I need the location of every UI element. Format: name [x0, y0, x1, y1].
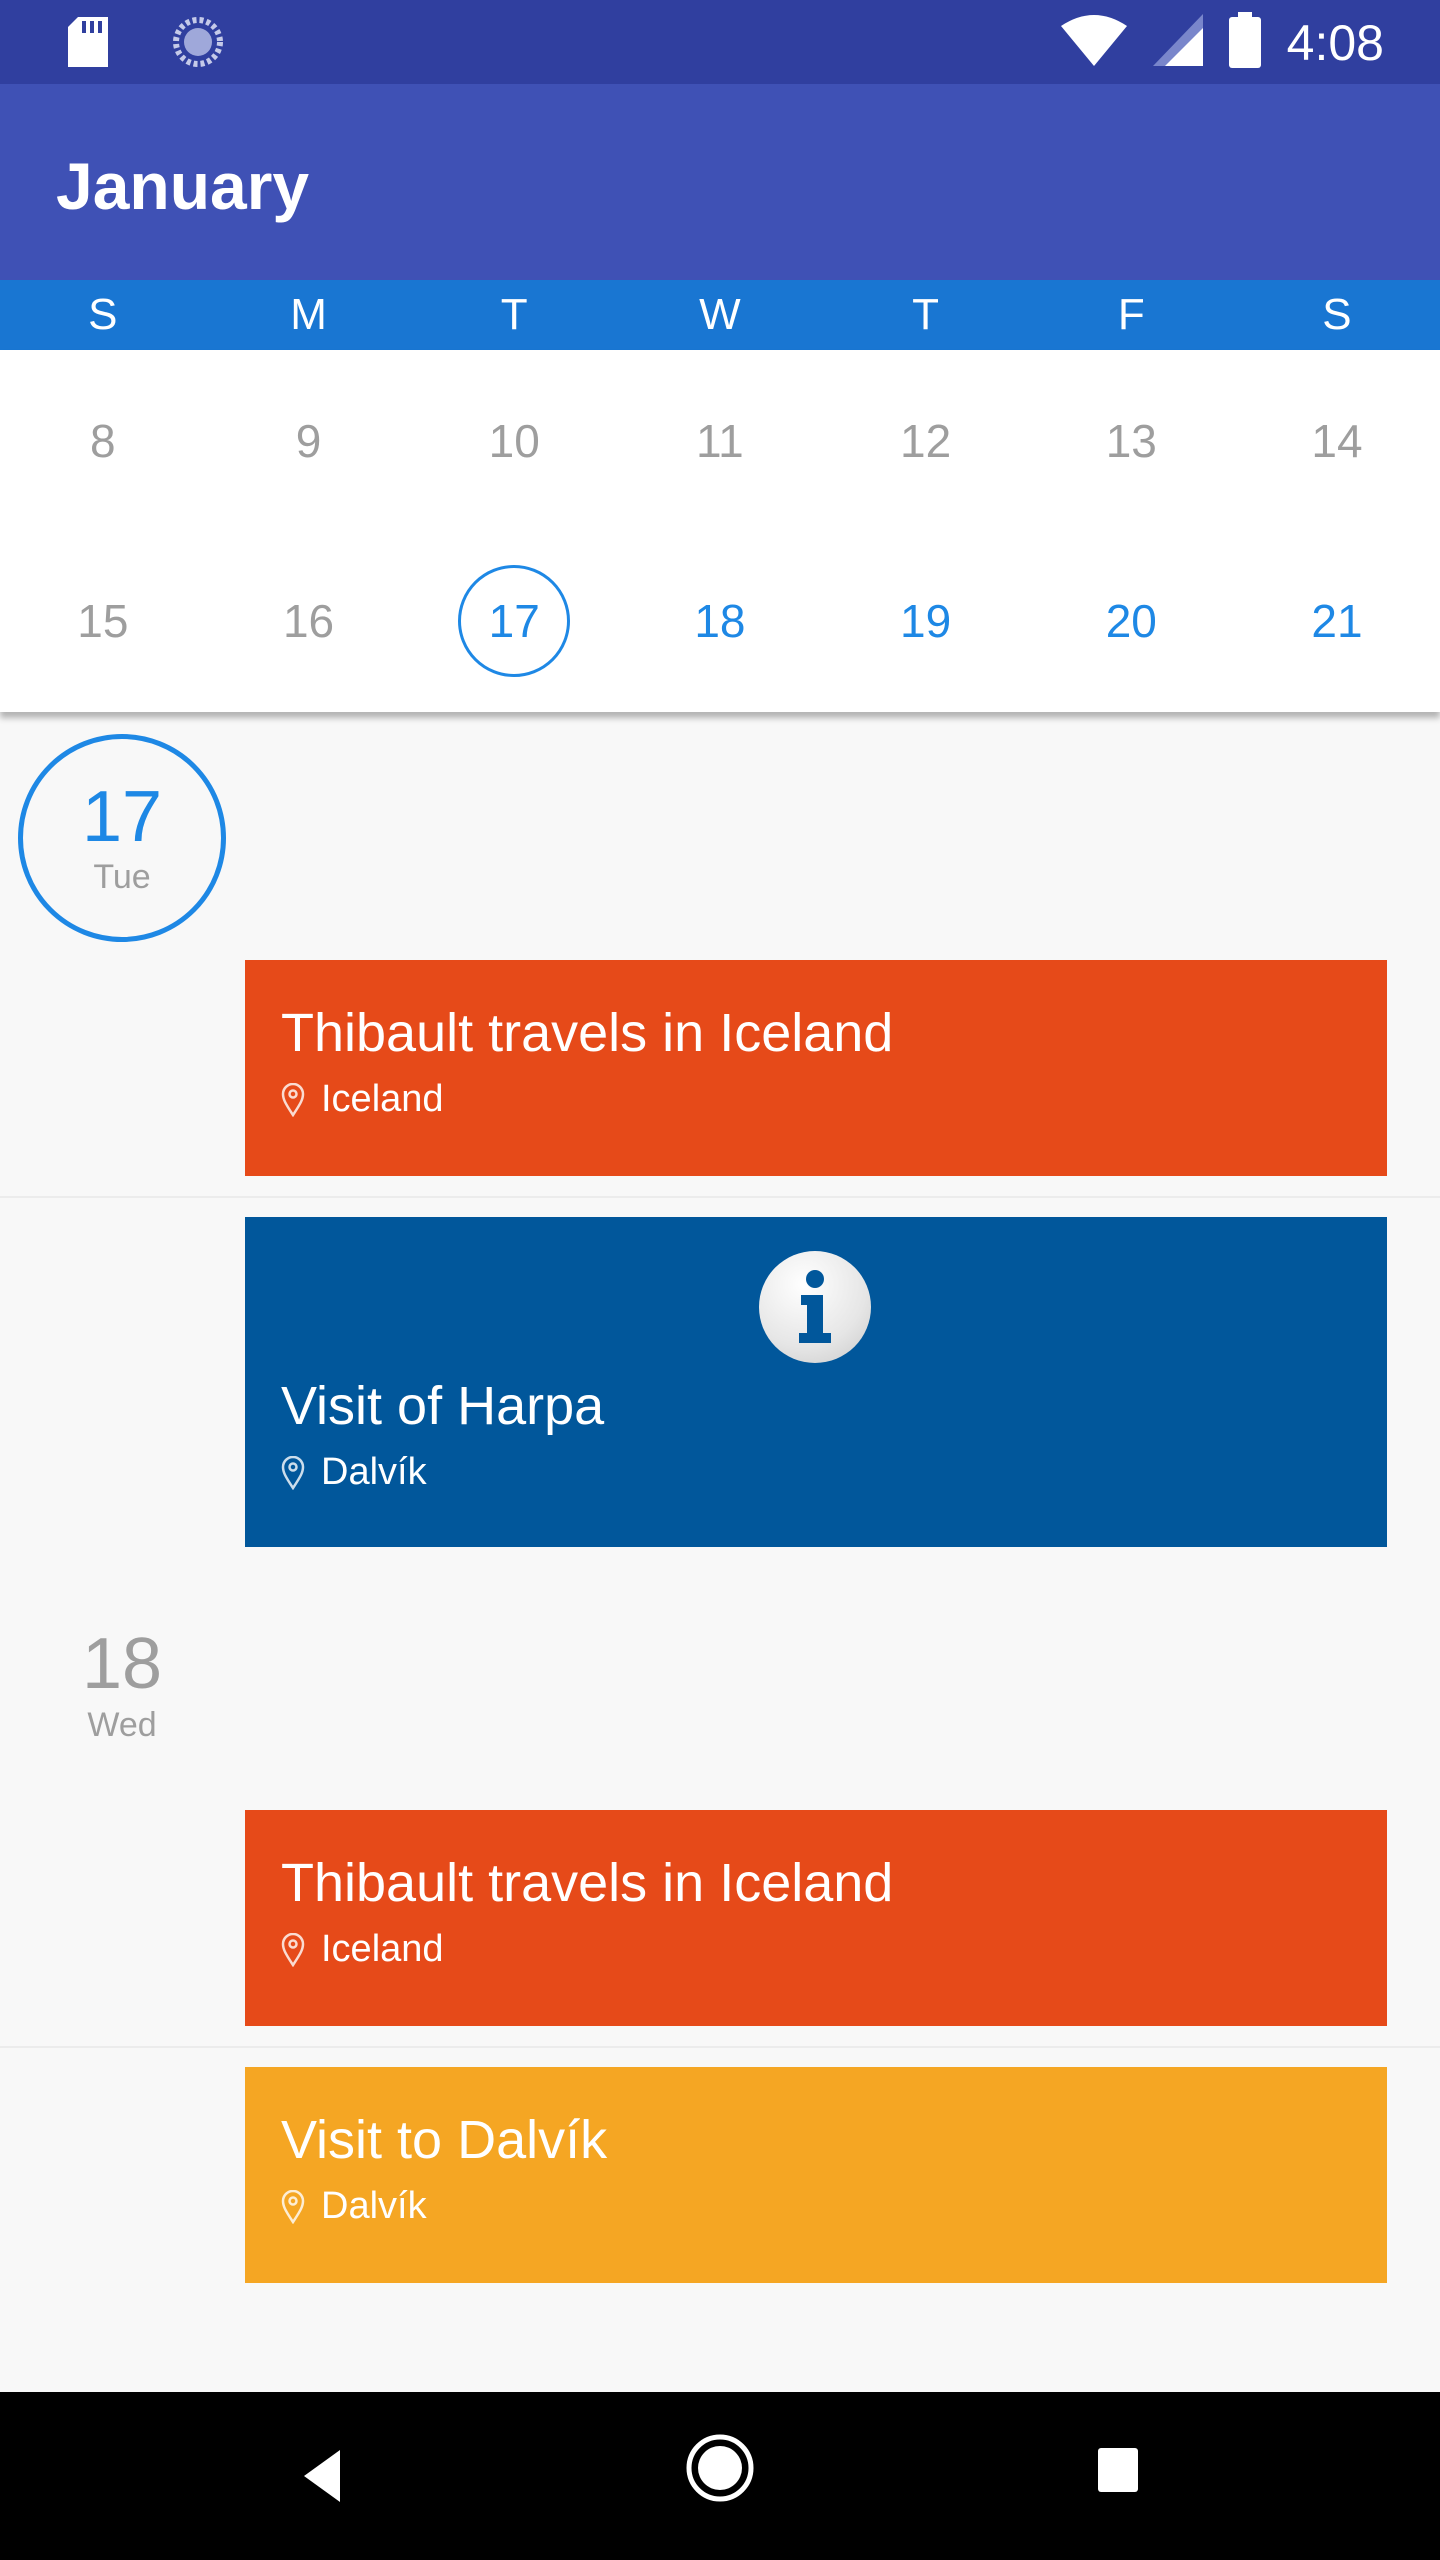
event-card[interactable]: Visit of Harpa Dalvík [245, 1217, 1387, 1547]
home-icon[interactable] [684, 2432, 756, 2509]
calendar-day[interactable]: 9 [206, 350, 412, 532]
app-bar: January [0, 84, 1440, 280]
event-card[interactable]: Visit to Dalvík Dalvík [245, 2067, 1387, 2283]
calendar-grid: 8 9 10 11 12 13 14 15 16 17 18 19 20 21 [0, 350, 1440, 712]
agenda-day-number: 17 [81, 777, 163, 857]
event-location: Dalvík [281, 1451, 1387, 1494]
agenda-list[interactable]: 17 Tue Thibault travels in Iceland Icela… [0, 712, 1440, 2392]
navigation-bar [0, 2392, 1440, 2560]
selected-day-circle: 17 [458, 565, 571, 677]
calendar-week-row: 8 9 10 11 12 13 14 [0, 350, 1440, 532]
weekday-label: S [88, 290, 118, 339]
recents-icon[interactable] [1096, 2446, 1140, 2499]
event-location-text: Iceland [321, 1078, 444, 1120]
weekday-label: F [1117, 290, 1145, 339]
agenda-day-weekday: Tue [93, 858, 151, 896]
event-title: Visit of Harpa [281, 1376, 605, 1436]
calendar-day[interactable]: 10 [411, 350, 617, 532]
event-location-text: Dalvík [321, 2185, 427, 2227]
calendar-day[interactable]: 12 [823, 350, 1029, 532]
event-title: Thibault travels in Iceland [281, 1853, 894, 1913]
battery-icon [1228, 12, 1261, 73]
event-card[interactable]: Thibault travels in Iceland Iceland [245, 1810, 1387, 2026]
location-pin-icon [281, 1455, 305, 1490]
calendar-day[interactable]: 16 [206, 530, 412, 712]
event-card[interactable]: Thibault travels in Iceland Iceland [245, 960, 1387, 1176]
event-title: Visit to Dalvík [281, 2110, 608, 2170]
status-time: 4:08 [1286, 14, 1384, 71]
calendar-day[interactable]: 20 [1028, 530, 1234, 712]
event-location-text: Dalvík [321, 1451, 427, 1493]
info-icon [759, 1251, 871, 1363]
calendar-day[interactable]: 19 [823, 530, 1029, 712]
calendar-day[interactable]: 8 [0, 350, 206, 532]
event-location: Iceland [281, 1928, 1387, 1971]
agenda-day-weekday: Wed [87, 1706, 157, 1744]
wifi-icon [1060, 14, 1127, 71]
event-location-text: Iceland [321, 1928, 444, 1970]
weekday-label: T [500, 290, 528, 339]
location-pin-icon [281, 1082, 305, 1117]
signal-icon [1152, 14, 1203, 71]
agenda-day-number: 18 [81, 1624, 163, 1704]
weekday-label: S [1322, 290, 1352, 339]
agenda-day-header-today: 17 Tue [18, 734, 226, 942]
event-location: Iceland [281, 1078, 1387, 1121]
calendar-day[interactable]: 15 [0, 530, 206, 712]
agenda-day-header: 18 Wed [18, 1624, 226, 1746]
divider [0, 2046, 1440, 2048]
month-title: January [56, 149, 310, 223]
location-pin-icon [281, 1932, 305, 1967]
weekday-label: M [290, 290, 327, 339]
sd-card-icon [68, 17, 108, 72]
calendar-week-row: 15 16 17 18 19 20 21 [0, 530, 1440, 712]
calendar-day-selected[interactable]: 17 [411, 530, 617, 712]
calendar-day[interactable]: 14 [1234, 350, 1440, 532]
weekday-label: W [699, 290, 741, 339]
calendar-day[interactable]: 21 [1234, 530, 1440, 712]
weekday-label: T [912, 290, 940, 339]
event-location: Dalvík [281, 2185, 1387, 2228]
calendar-day[interactable]: 13 [1028, 350, 1234, 532]
location-pin-icon [281, 2189, 305, 2224]
calendar-day[interactable]: 11 [617, 350, 823, 532]
status-bar: 4:08 [0, 0, 1440, 84]
back-icon[interactable] [296, 2436, 344, 2521]
sync-icon [172, 16, 224, 73]
divider [0, 1196, 1440, 1198]
weekday-header: S M T W T F S [0, 280, 1440, 350]
event-title: Thibault travels in Iceland [281, 1003, 894, 1063]
calendar-day[interactable]: 18 [617, 530, 823, 712]
